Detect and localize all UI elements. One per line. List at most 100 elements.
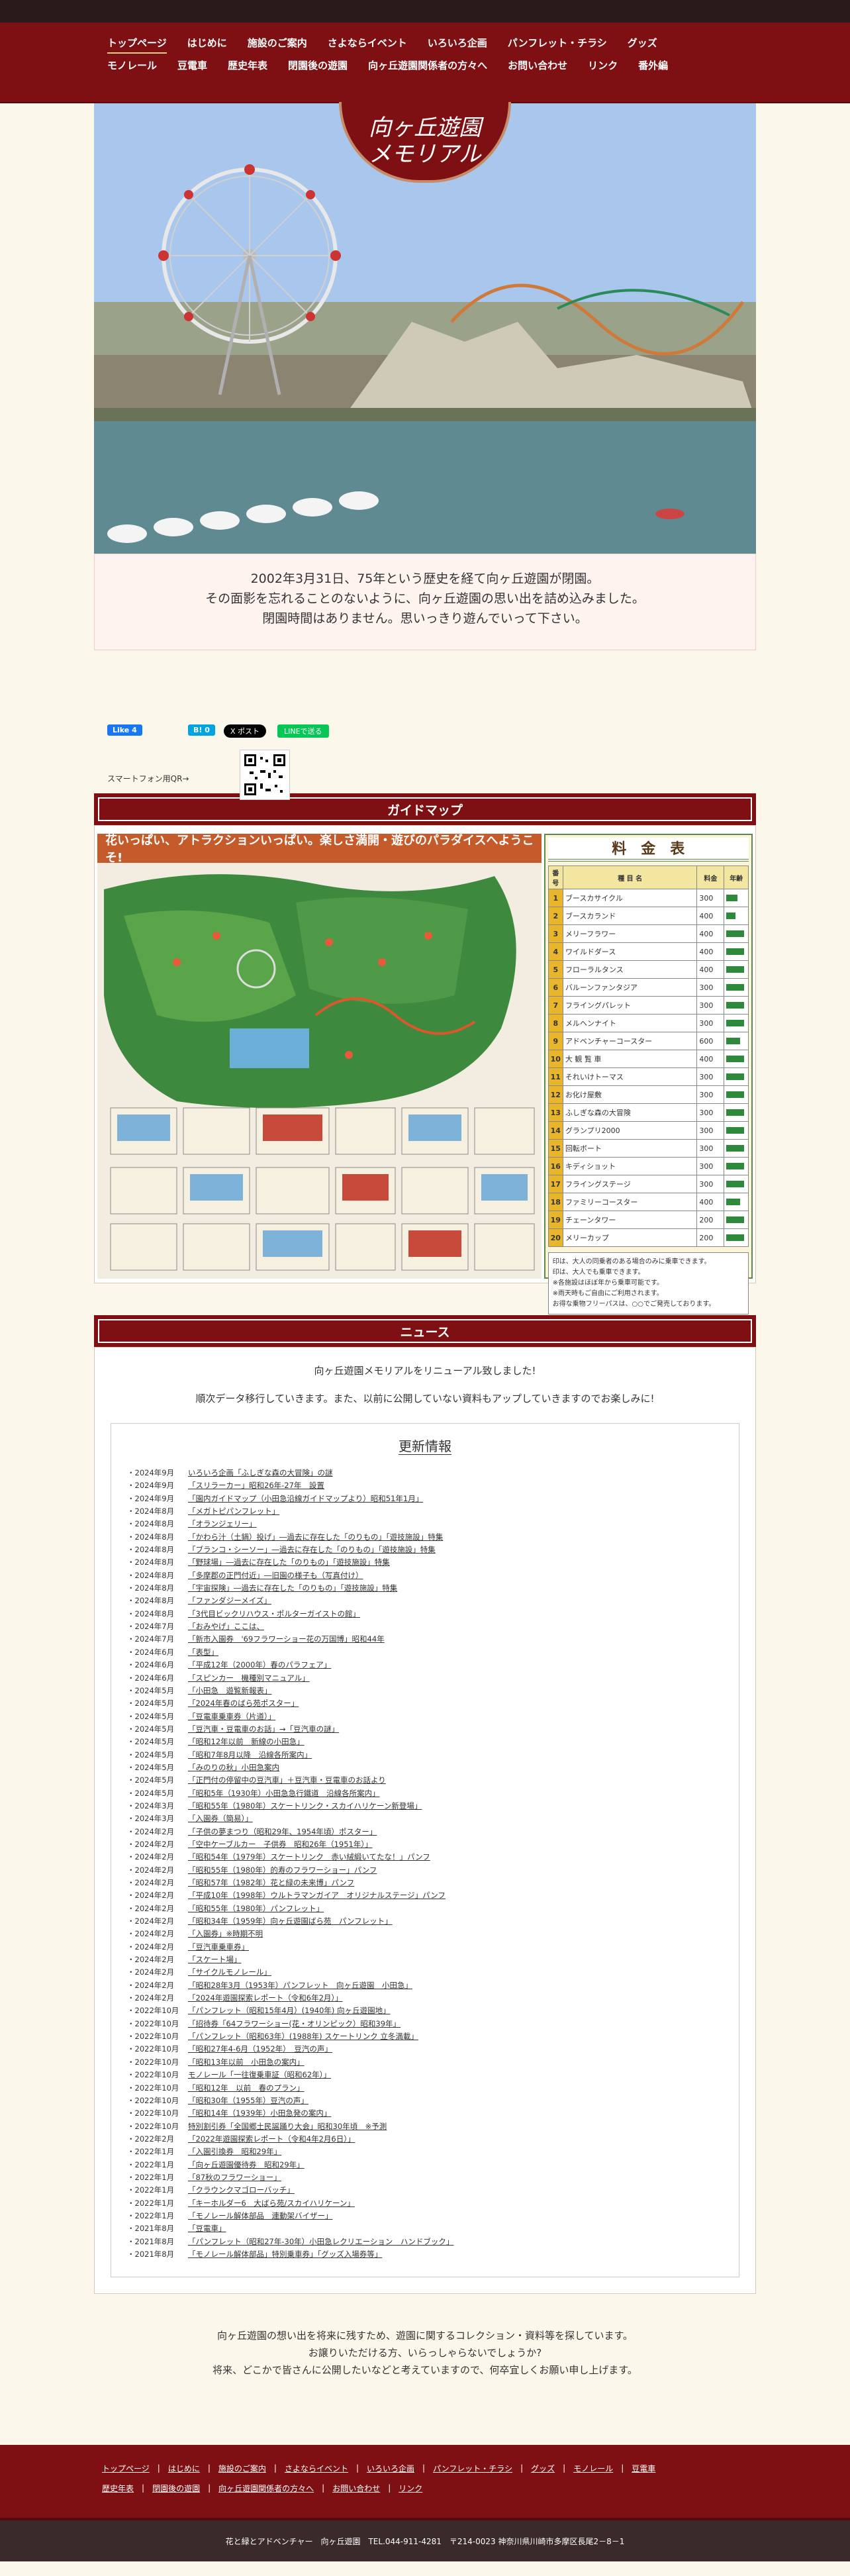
news-link[interactable]: 特別割引券「全国郷土民謡踊り大会」昭和30年頃 ※予測 bbox=[188, 2122, 387, 2131]
news-link[interactable]: 「昭和14年（1939年）小田急発の案内」 bbox=[188, 2108, 331, 2118]
news-link[interactable]: 「モノレール解体部品」特別乗車券」「グッズ入場券等」 bbox=[188, 2250, 382, 2259]
news-link[interactable]: 「昭和13年以前 小田急の案内」 bbox=[188, 2057, 305, 2067]
news-link[interactable]: 「豆汽車乗車券」 bbox=[188, 1942, 249, 1952]
news-link[interactable]: 「2022年遊園探索レポート（令和4年2月6日）」 bbox=[188, 2134, 355, 2144]
nav-item[interactable]: さよならイベント bbox=[328, 36, 407, 54]
news-link[interactable]: 「平成10年（1998年）ウルトラマンガイア オリジナルステージ」パンフ bbox=[188, 1891, 446, 1900]
footer-link[interactable]: グッズ bbox=[531, 2463, 555, 2474]
news-link[interactable]: 「昭和30年（1955年）豆汽の声」 bbox=[188, 2096, 308, 2105]
nav-item[interactable]: リンク bbox=[588, 58, 618, 76]
news-link[interactable]: 「おみやげ」ここは、 bbox=[188, 1622, 264, 1631]
news-link[interactable]: 「クラウンクマゴローバッチ」 bbox=[188, 2185, 295, 2195]
news-link[interactable]: 「平成12年（2000年）春のパラフェア」 bbox=[188, 1660, 331, 1669]
nav-item[interactable]: 向ヶ丘遊園関係者の方々へ bbox=[368, 58, 487, 76]
news-link[interactable]: 「2024年春のばら苑ポスター」 bbox=[188, 1699, 299, 1708]
nav-item[interactable]: お問い合わせ bbox=[508, 58, 567, 76]
news-link[interactable]: 「入園券（簡易）」 bbox=[188, 1814, 253, 1823]
news-link[interactable]: 「招待券「64フラワーショー(花・オリンピック）昭和39年」 bbox=[188, 2019, 401, 2028]
nav-item[interactable]: 豆電車 bbox=[177, 58, 207, 76]
news-link[interactable]: 「スピンカー 機種別マニュアル」 bbox=[188, 1673, 310, 1683]
ride-price: 400 bbox=[696, 907, 725, 925]
nav-item[interactable]: 歴史年表 bbox=[228, 58, 267, 76]
footer-link[interactable]: 向ヶ丘遊園関係者の方々へ bbox=[218, 2483, 314, 2494]
news-link[interactable]: 「みのりの秋」小田急案内 bbox=[188, 1763, 279, 1772]
news-link[interactable]: 「昭和12年 以前 春のプラン」 bbox=[188, 2083, 305, 2093]
x-post-button[interactable]: X ポスト bbox=[224, 724, 267, 738]
news-link[interactable]: 「子供の夢まつり（昭和29年、1954年頃）ポスター」 bbox=[188, 1827, 377, 1836]
news-link[interactable]: 「昭和55年（1980年）パンフレット」 bbox=[188, 1904, 324, 1913]
news-link[interactable]: 「豆汽車・豆電車のお話」→「豆汽車の謎」 bbox=[188, 1724, 339, 1734]
news-link[interactable]: 「オランジェリー」 bbox=[188, 1519, 257, 1528]
footer-link[interactable]: お問い合わせ bbox=[332, 2483, 380, 2494]
news-link[interactable]: モノレール「一往復乗車証（昭和62年）」 bbox=[188, 2070, 331, 2079]
news-link[interactable]: 「表型」 bbox=[188, 1648, 218, 1657]
nav-item[interactable]: はじめに bbox=[187, 36, 227, 54]
news-link[interactable]: 「スリラーカー」昭和26年-27年 設置 bbox=[188, 1481, 324, 1490]
ride-number: 6 bbox=[547, 978, 563, 997]
news-link[interactable]: 「昭和55年（1980年）スケートリンク・スカイハリケーン新登場」 bbox=[188, 1801, 422, 1810]
nav-item[interactable]: 番外編 bbox=[638, 58, 668, 76]
news-link[interactable]: 「入園券」※時期不明 bbox=[188, 1929, 263, 1938]
news-link[interactable]: 「昭和7年8月以降 沿線各所案内」 bbox=[188, 1750, 312, 1759]
news-link[interactable]: 「モノレール解体部品 連動架バイザー」 bbox=[188, 2211, 333, 2220]
nav-item[interactable]: 施設のご案内 bbox=[248, 36, 307, 54]
news-link[interactable]: 「パンフレット（昭和63年）(1988年) スケートリンク 立冬満載」 bbox=[188, 2032, 418, 2041]
nav-item[interactable]: 閉園後の遊園 bbox=[288, 58, 348, 76]
news-link[interactable]: 「昭和54年（1979年）スケートリンク 赤い絨緞いてたな！」パンフ bbox=[188, 1852, 430, 1861]
park-map[interactable]: 花いっぱい、アトラクションいっぱい。楽しさ満開・遊びのパラダイスへようこそ! bbox=[97, 834, 542, 1279]
news-link[interactable]: 「宇宙探険」―過去に存在した「のりもの」「遊技施設」特集 bbox=[188, 1583, 397, 1593]
footer-link[interactable]: パンフレット・チラシ bbox=[433, 2463, 512, 2474]
nav-item[interactable]: トップページ bbox=[107, 36, 167, 54]
news-link[interactable]: 「サイクルモノレール」 bbox=[188, 1967, 271, 1977]
news-link[interactable]: 「昭和28年3月（1953年）パンフレット 向ヶ丘遊園 小田急」 bbox=[188, 1981, 412, 1990]
news-link[interactable]: 「キーホルダー6 大ばら苑/スカイハリケーン」 bbox=[188, 2199, 355, 2208]
news-link[interactable]: 「昭和12年以前 新線の小田急」 bbox=[188, 1737, 305, 1746]
news-link[interactable]: 「パンフレット（昭和27年-30年）小田急レクリエーション ハンドブック」 bbox=[188, 2237, 453, 2246]
news-link[interactable]: 「園内ガイドマップ（小田急沿線ガイドマップより）昭和51年1月」 bbox=[188, 1494, 423, 1503]
hatena-bookmark-button[interactable]: B! 0 bbox=[188, 724, 215, 736]
footer-link[interactable]: 豆電車 bbox=[632, 2463, 655, 2474]
news-link[interactable]: 「小田急 遊覧新報表」 bbox=[188, 1686, 272, 1695]
news-link[interactable]: 「昭和55年（1980年）的寿のフラワーショー」パンフ bbox=[188, 1865, 377, 1875]
news-link[interactable]: 「向ヶ丘遊園優待券 昭和29年」 bbox=[188, 2160, 305, 2169]
news-link[interactable]: 「パンフレット（昭和15年4月）(1940年) 向ヶ丘遊園地」 bbox=[188, 2006, 391, 2015]
footer-link[interactable]: 閉園後の遊園 bbox=[152, 2483, 200, 2494]
news-link[interactable]: 「昭和5年（1930年）小田急急行鐵道 沿線各所案内」 bbox=[188, 1789, 380, 1798]
footer-link[interactable]: いろいろ企画 bbox=[367, 2463, 414, 2474]
news-link[interactable]: 「かわら汁（土鍋）投げ」―過去に存在した「のりもの」「遊技施設」特集 bbox=[188, 1532, 443, 1542]
nav-item[interactable]: いろいろ企画 bbox=[428, 36, 487, 54]
facebook-like-button[interactable]: Like 4 bbox=[107, 724, 142, 736]
news-link[interactable]: 「メガトピパンフレット」 bbox=[188, 1507, 279, 1516]
news-link[interactable]: 「野球場」―過去に存在した「のりもの」「遊技施設」特集 bbox=[188, 1558, 390, 1567]
price-header-age: 年齢 bbox=[724, 866, 749, 889]
site-logo[interactable]: 向ヶ丘遊園 メモリアル bbox=[339, 102, 511, 196]
line-share-button[interactable]: LINEで送る bbox=[277, 724, 329, 738]
footer-link[interactable]: 歴史年表 bbox=[102, 2483, 134, 2494]
nav-item[interactable]: パンフレット・チラシ bbox=[508, 36, 607, 54]
footer-link[interactable]: リンク bbox=[399, 2483, 422, 2494]
news-link[interactable]: 「ファンダジーメイズ」 bbox=[188, 1596, 271, 1605]
footer-link[interactable]: トップページ bbox=[102, 2463, 150, 2474]
news-link[interactable]: 「豆電車」 bbox=[188, 2224, 226, 2233]
news-link[interactable]: 「多摩郡の正門付近」―旧園の様子も（写真付け） bbox=[188, 1571, 363, 1580]
news-link[interactable]: 「昭和34年（1959年）向ヶ丘遊園ばら苑 パンフレット」 bbox=[188, 1916, 393, 1926]
news-link[interactable]: 「新市入園券 '69フラワーショー花の万国博」昭和44年 bbox=[188, 1634, 385, 1644]
news-link[interactable]: 「ブランコ・シーソー」―過去に存在した「のりもの」「遊技施設」特集 bbox=[188, 1545, 436, 1554]
footer-link[interactable]: さよならイベント bbox=[285, 2463, 348, 2474]
news-link[interactable]: 「スケート場」 bbox=[188, 1955, 242, 1964]
news-link[interactable]: 「2024年遊園探索レポート（令和6年2月）」 bbox=[188, 1993, 343, 2003]
news-link[interactable]: いろいろ企画「ふしぎな森の大冒険」の謎 bbox=[188, 1468, 333, 1477]
nav-item[interactable]: モノレール bbox=[107, 58, 157, 76]
news-link[interactable]: 「3代目ビックリハウス・ポルターガイストの館」 bbox=[188, 1609, 360, 1618]
news-link[interactable]: 「入園引換券 昭和29年」 bbox=[188, 2147, 281, 2156]
news-link[interactable]: 「昭和27年4-6月（1952年） 豆汽の声」 bbox=[188, 2044, 332, 2054]
footer-link[interactable]: 施設のご案内 bbox=[218, 2463, 266, 2474]
footer-link[interactable]: モノレール bbox=[573, 2463, 613, 2474]
news-link[interactable]: 「豆電車乗車券（片道）」 bbox=[188, 1712, 275, 1721]
nav-item[interactable]: グッズ bbox=[628, 36, 657, 54]
news-link[interactable]: 「昭和57年（1982年）花と緑の未来博」パンフ bbox=[188, 1878, 354, 1887]
news-link[interactable]: 「87秋のフラワーショー」 bbox=[188, 2173, 281, 2182]
news-link[interactable]: 「正門付の停留中の豆汽車」＋豆汽車・豆電車のお話より bbox=[188, 1775, 386, 1785]
news-link[interactable]: 「空中ケーブルカー 子供券 昭和26年（1951年）」 bbox=[188, 1840, 373, 1849]
footer-link[interactable]: はじめに bbox=[168, 2463, 200, 2474]
